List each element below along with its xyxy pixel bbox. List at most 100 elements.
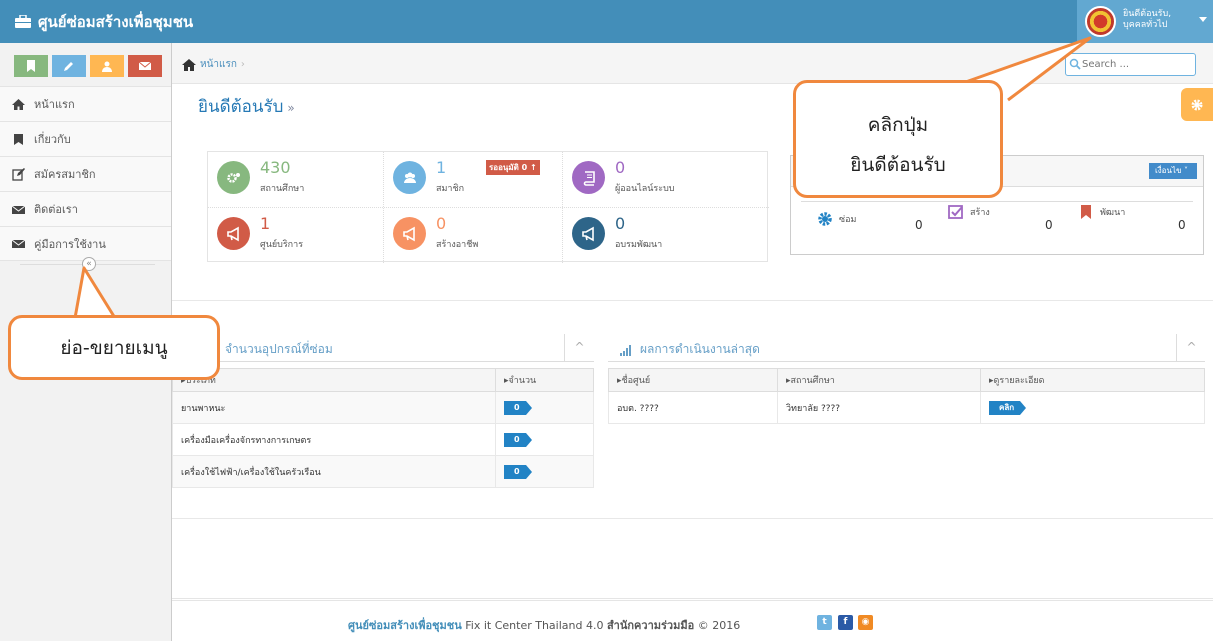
- summary-item-build: สร้าง: [948, 204, 990, 220]
- bullhorn-icon: [217, 217, 250, 250]
- results-widget-title: ผลการดำเนินงานล่าสุด: [620, 340, 760, 359]
- results-table: ▸ชื่อศูนย์ ▸สถานศึกษา ▸ดูรายละเอียด อบต.…: [608, 368, 1205, 424]
- edit-icon: [12, 167, 25, 181]
- table-row: อบต. ???? วิทยาลัย ???? คลิก: [608, 391, 1205, 424]
- home-icon: [12, 98, 25, 110]
- rss-icon[interactable]: ◉: [858, 615, 873, 630]
- sidebar-item-home[interactable]: หน้าแรก: [0, 86, 171, 121]
- condition-dropdown[interactable]: เงื่อนไข ˅: [1149, 163, 1197, 179]
- search-input[interactable]: [1082, 56, 1192, 73]
- sidebar-item-contact[interactable]: ติดต่อเรา: [0, 191, 171, 226]
- book-icon: [572, 161, 605, 194]
- bookmark-icon: [14, 133, 23, 145]
- brand[interactable]: ศูนย์ซ่อมสร้างเพื่อชุมชน: [14, 8, 193, 36]
- settings-button[interactable]: [1181, 88, 1213, 121]
- brand-title: ศูนย์ซ่อมสร้างเพื่อชุมชน: [38, 13, 194, 31]
- sidebar-item-label: เกี่ยวกับ: [34, 133, 71, 146]
- sidebar-item-register[interactable]: สมัครสมาชิก: [0, 156, 171, 191]
- details-link-button[interactable]: คลิก: [989, 400, 1027, 415]
- pencil-icon: [64, 62, 73, 71]
- users-icon: [102, 61, 112, 72]
- sidebar-nav: หน้าแรก เกี่ยวกับ สมัครสมาชิก ติดต่อเรา …: [0, 86, 171, 261]
- divider: [172, 300, 1213, 301]
- cell-school: วิทยาลัย ????: [777, 391, 981, 424]
- count-tag: 0: [504, 464, 532, 479]
- stat-training: 0 อบรมพัฒนา: [563, 208, 750, 263]
- top-navbar: ศูนย์ซ่อมสร้างเพื่อชุมชน ยินดีต้อนรับ, บ…: [0, 0, 1213, 43]
- collapse-widget-button[interactable]: ^: [564, 334, 594, 361]
- table-row: เครื่องใช้ไฟฟ้า/เครื่องใช้ในครัวเรือน 0: [172, 455, 594, 488]
- summary-value: 0: [1045, 218, 1053, 232]
- stat-value: 1: [436, 158, 447, 177]
- cogs-icon: [217, 161, 250, 194]
- count-tag: 0: [504, 432, 532, 447]
- summary-label: พัฒนา: [1100, 208, 1126, 218]
- envelope-icon: [12, 239, 25, 248]
- envelope-icon: [139, 61, 151, 70]
- shortcut-bookmark-button[interactable]: [14, 55, 48, 77]
- annotation-collapse-menu: ย่อ-ขยายเมนู: [8, 315, 220, 380]
- summary-item-develop: พัฒนา: [1078, 204, 1125, 220]
- user-menu[interactable]: ยินดีต้อนรับ, บุคคลทั่วไป: [1077, 0, 1213, 43]
- page-title-text: ยินดีต้อนรับ: [198, 97, 284, 117]
- column-header[interactable]: ▸ชื่อศูนย์: [608, 368, 778, 392]
- pending-badge[interactable]: รออนุมัติ 0 ↑: [486, 160, 540, 175]
- breadcrumb-home-link[interactable]: หน้าแรก: [200, 57, 237, 72]
- caret-down-icon: [1199, 17, 1207, 22]
- bullhorn-icon: [572, 217, 605, 250]
- cog-icon: [818, 212, 832, 226]
- stat-label: สมาชิก: [436, 184, 465, 194]
- summary-item-repair: ซ่อม: [817, 211, 856, 227]
- page-title[interactable]: ยินดีต้อนรับ»: [198, 93, 295, 120]
- footer-brand: ศูนย์ซ่อมสร้างเพื่อชุมชน: [348, 619, 462, 632]
- stat-value: 0: [615, 214, 626, 233]
- bullhorn-icon: [393, 217, 426, 250]
- stat-members: 1 สมาชิก รออนุมัติ 0 ↑: [384, 152, 571, 207]
- stat-online: 0 ผู้ออนไลน์ระบบ: [563, 152, 750, 207]
- facebook-icon[interactable]: f: [838, 615, 853, 630]
- stats-panel: 430 สถานศึกษา 1 สมาชิก รออนุมัติ 0 ↑ 0 ผ…: [207, 151, 769, 263]
- divider: [172, 518, 1213, 519]
- cell-type: เครื่องใช้ไฟฟ้า/เครื่องใช้ในครัวเรือน: [172, 455, 496, 488]
- annotation-click-welcome: คลิกปุ่ม ยินดีต้อนรับ: [793, 80, 1003, 198]
- footer-text: ศูนย์ซ่อมสร้างเพื่อชุมชน Fix it Center T…: [348, 619, 741, 632]
- sidebar-collapse-button[interactable]: «: [82, 257, 96, 271]
- sidebar-item-label: คู่มือการใช้งาน: [34, 237, 106, 251]
- column-header[interactable]: ▸สถานศึกษา: [777, 368, 981, 392]
- column-header[interactable]: ▸ประเภท: [172, 368, 496, 392]
- bookmark-icon: [27, 60, 35, 72]
- sidebar-item-label: สมัครสมาชิก: [34, 168, 96, 181]
- sidebar-item-label: ติดต่อเรา: [34, 203, 78, 216]
- table-header-row: ▸ชื่อศูนย์ ▸สถานศึกษา ▸ดูรายละเอียด: [608, 368, 1205, 392]
- divider: [172, 361, 594, 362]
- search-box: [1065, 53, 1196, 76]
- collapse-widget-button[interactable]: ^: [1176, 334, 1206, 361]
- sidebar-item-manual[interactable]: คู่มือการใช้งาน: [0, 226, 171, 261]
- user-greeting: ยินดีต้อนรับ,: [1123, 9, 1172, 19]
- search-icon: [1069, 58, 1081, 70]
- table-row: ยานพาหนะ 0: [172, 391, 594, 424]
- column-header[interactable]: ▸ดูรายละเอียด: [980, 368, 1205, 392]
- twitter-icon[interactable]: t: [817, 615, 832, 630]
- sidebar-shortcuts: [14, 55, 162, 77]
- cell-center: อบต. ????: [608, 391, 778, 424]
- summary-label: ซ่อม: [839, 215, 857, 225]
- check-square-icon: [948, 205, 963, 219]
- shortcut-pencil-button[interactable]: [52, 55, 86, 77]
- user-name: บุคคลทั่วไป: [1123, 20, 1168, 30]
- column-header[interactable]: ▸จำนวน: [495, 368, 594, 392]
- users-icon: [393, 161, 426, 194]
- stat-value: 0: [436, 214, 447, 233]
- stat-label: ศูนย์บริการ: [260, 240, 304, 250]
- envelope-icon: [12, 205, 25, 214]
- stat-schools: 430 สถานศึกษา: [208, 152, 395, 207]
- stat-label: ผู้ออนไลน์ระบบ: [615, 184, 675, 194]
- breadcrumb-bar: หน้าแรก ›: [172, 43, 1213, 84]
- sidebar-item-about[interactable]: เกี่ยวกับ: [0, 121, 171, 156]
- divider: [608, 361, 1205, 362]
- bookmark-icon: [1081, 205, 1091, 219]
- shortcut-users-button[interactable]: [90, 55, 124, 77]
- shortcut-envelope-button[interactable]: [128, 55, 162, 77]
- summary-value: 0: [915, 218, 923, 232]
- stat-value: 430: [260, 158, 291, 177]
